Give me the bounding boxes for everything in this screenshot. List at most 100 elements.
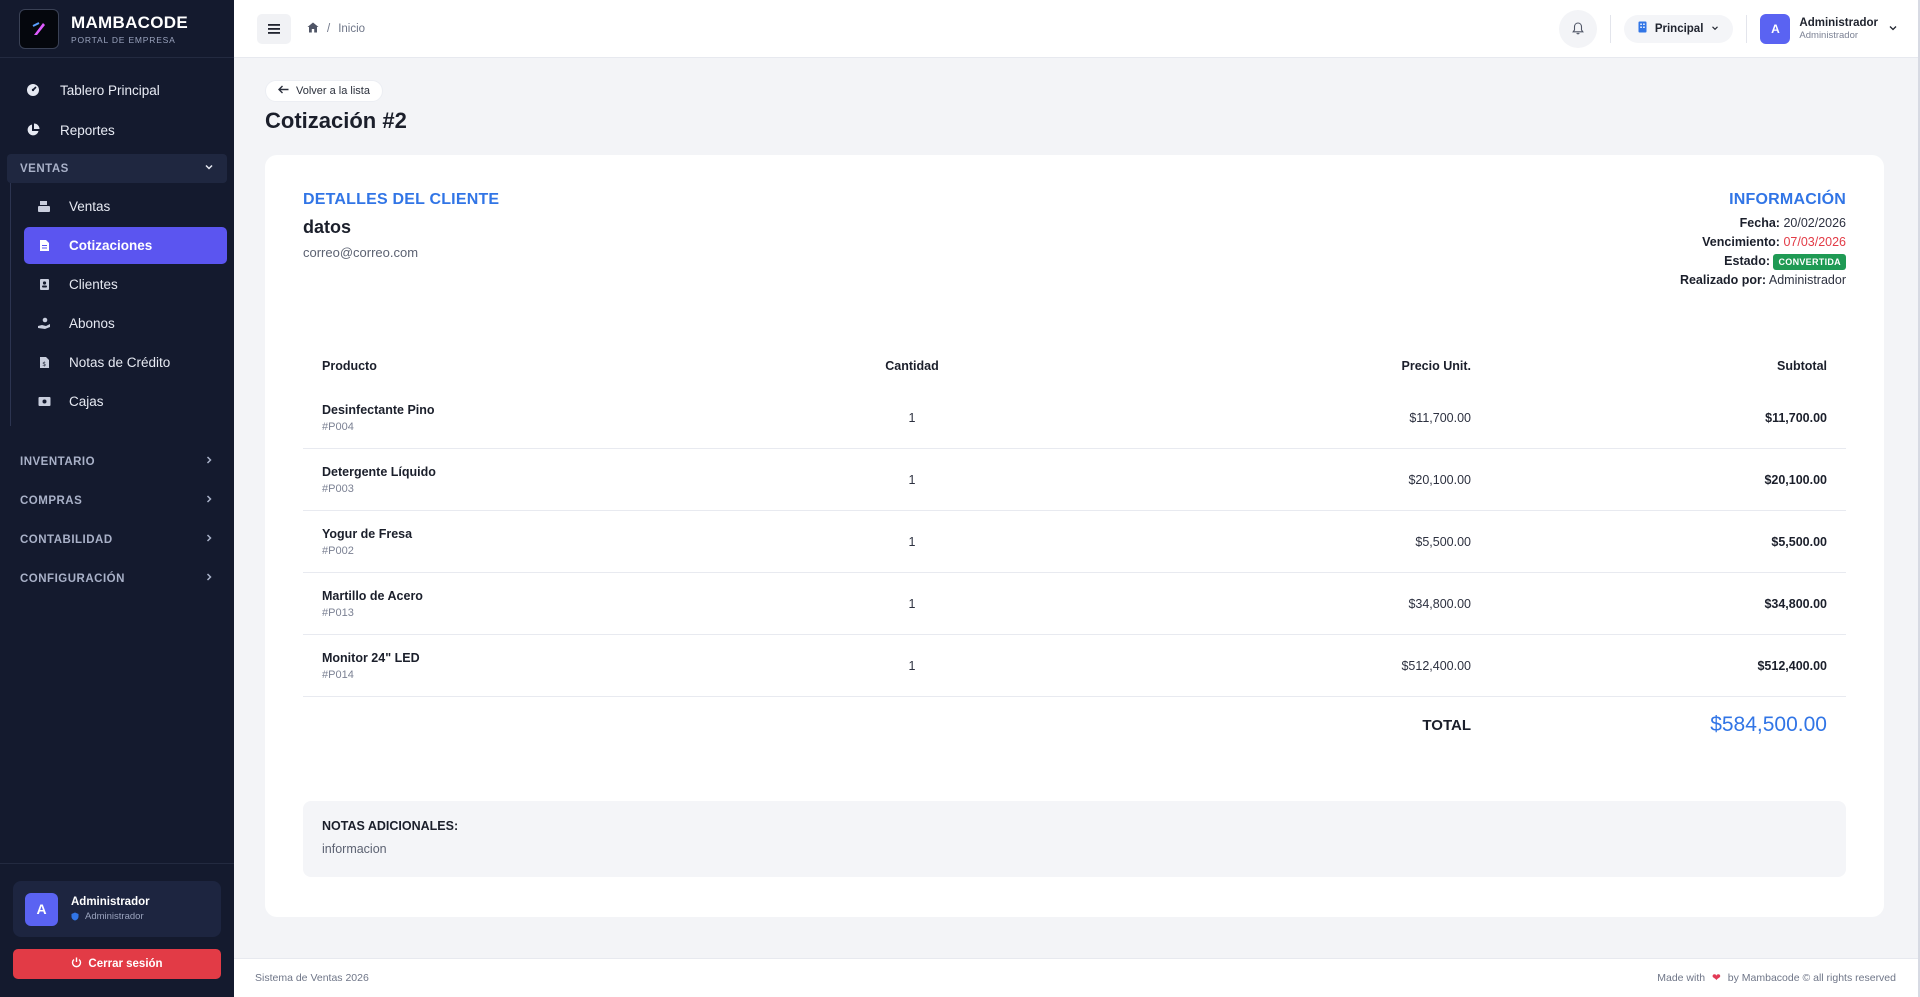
total-value: $584,500.00 bbox=[1710, 713, 1827, 736]
notifications-button[interactable] bbox=[1558, 9, 1597, 48]
pie-chart-icon bbox=[25, 122, 41, 138]
footer-made-with: Made with bbox=[1657, 972, 1706, 984]
section-inventario[interactable]: INVENTARIO bbox=[7, 442, 227, 481]
product-subtotal: $20,100.00 bbox=[1764, 472, 1827, 487]
product-code: #P014 bbox=[322, 668, 354, 681]
logout-label: Cerrar sesión bbox=[88, 958, 163, 970]
section-configuracion[interactable]: CONFIGURACIÓN bbox=[7, 559, 227, 598]
product-name: Monitor 24" LED bbox=[322, 650, 420, 665]
product-name: Desinfectante Pino bbox=[322, 402, 435, 417]
table-row: Monitor 24" LED #P014 1 $512,400.00 $512,… bbox=[303, 635, 1846, 697]
status-badge: CONVERTIDA bbox=[1773, 254, 1846, 270]
brand-logo[interactable] bbox=[19, 8, 59, 49]
nav-item-tablero[interactable]: Tablero Principal bbox=[0, 70, 234, 110]
notes-panel: NOTAS ADICIONALES: informacion bbox=[303, 801, 1846, 877]
product-price: $11,700.00 bbox=[1409, 410, 1471, 425]
notes-title: NOTAS ADICIONALES: bbox=[322, 819, 459, 833]
product-code: #P013 bbox=[322, 606, 354, 619]
sidebar: MAMBACODE PORTAL DE EMPRESA Tablero Prin… bbox=[0, 0, 234, 997]
sidebar-item-label: Cajas bbox=[69, 394, 104, 409]
logout-button[interactable]: Cerrar sesión bbox=[13, 949, 221, 979]
receipt-icon: $ bbox=[37, 356, 51, 370]
power-icon bbox=[71, 957, 82, 971]
product-name: Martillo de Acero bbox=[322, 588, 423, 603]
brand-name: MAMBACODE bbox=[71, 12, 188, 32]
user-name: Administrador bbox=[71, 896, 150, 908]
client-section-title: DETALLES DEL CLIENTE bbox=[303, 191, 500, 208]
home-icon[interactable] bbox=[307, 22, 319, 36]
sidebar-item-cotizaciones[interactable]: Cotizaciones bbox=[24, 227, 227, 264]
user-role: Administrador bbox=[1799, 29, 1859, 41]
section-compras[interactable]: COMPRAS bbox=[7, 481, 227, 520]
branch-selector[interactable]: Principal bbox=[1623, 14, 1734, 43]
sidebar-item-ventas[interactable]: Ventas bbox=[24, 188, 227, 225]
header-cantidad: Cantidad bbox=[885, 359, 939, 373]
breadcrumb-current[interactable]: Inicio bbox=[338, 23, 365, 35]
header-precio: Precio Unit. bbox=[1401, 359, 1471, 373]
page-title: Cotización #2 bbox=[265, 108, 407, 133]
breadcrumb-separator: / bbox=[327, 22, 331, 35]
product-qty: 1 bbox=[908, 534, 916, 549]
vencimiento-value: 07/03/2026 bbox=[1783, 235, 1846, 249]
sidebar-item-abonos[interactable]: Abonos bbox=[24, 305, 227, 342]
avatar: A bbox=[25, 892, 58, 926]
section-label: CONFIGURACIÓN bbox=[20, 572, 125, 585]
sidebar-item-clientes[interactable]: Clientes bbox=[24, 266, 227, 303]
product-price: $20,100.00 bbox=[1408, 472, 1471, 487]
nav-item-label: Reportes bbox=[60, 122, 115, 138]
section-ventas[interactable]: VENTAS bbox=[7, 154, 227, 183]
footer: Sistema de Ventas 2026 Made with ❤ by Ma… bbox=[234, 958, 1918, 997]
product-qty: 1 bbox=[908, 658, 916, 673]
nav-item-label: Tablero Principal bbox=[60, 82, 160, 98]
nav-item-reportes[interactable]: Reportes bbox=[0, 110, 234, 150]
section-contabilidad[interactable]: CONTABILIDAD bbox=[7, 520, 227, 559]
hamburger-icon bbox=[268, 23, 280, 34]
product-qty: 1 bbox=[908, 472, 916, 487]
sidebar-item-cajas[interactable]: Cajas bbox=[24, 383, 227, 420]
total-row: TOTAL $584,500.00 bbox=[303, 697, 1846, 753]
footer-right: Made with ❤ by Mambacode © all rights re… bbox=[1657, 972, 1896, 984]
products-table: Producto Cantidad Precio Unit. Subtotal … bbox=[303, 345, 1846, 753]
section-label: INVENTARIO bbox=[20, 455, 96, 468]
bell-icon bbox=[1571, 22, 1584, 35]
table-header: Producto Cantidad Precio Unit. Subtotal bbox=[303, 345, 1846, 387]
collapsed-sections: INVENTARIO COMPRAS CONTABILIDAD CONFIGUR… bbox=[0, 442, 234, 598]
hand-coin-icon bbox=[37, 317, 51, 331]
cash-register-icon bbox=[37, 200, 51, 214]
sidebar-user-card[interactable]: A Administrador Administrador bbox=[13, 881, 221, 937]
header-subtotal: Subtotal bbox=[1777, 359, 1827, 373]
chevron-down-icon bbox=[1711, 23, 1719, 35]
section-label: VENTAS bbox=[20, 162, 69, 175]
product-qty: 1 bbox=[908, 410, 916, 425]
brand: MAMBACODE PORTAL DE EMPRESA bbox=[0, 0, 234, 58]
product-qty: 1 bbox=[908, 596, 916, 611]
notes-text: informacion bbox=[322, 842, 387, 856]
sidebar-item-label: Cotizaciones bbox=[69, 238, 153, 253]
product-code: #P004 bbox=[322, 420, 354, 433]
divider bbox=[1746, 14, 1748, 43]
ventas-submenu: Ventas Cotizaciones Clientes Abonos $ No… bbox=[10, 183, 234, 426]
table-row: Yogur de Fresa #P002 1 $5,500.00 $5,500.0… bbox=[303, 511, 1846, 573]
arrow-left-icon bbox=[278, 85, 289, 97]
sidebar-item-notas-credito[interactable]: $ Notas de Crédito bbox=[24, 344, 227, 381]
product-code: #P002 bbox=[322, 544, 354, 557]
info-vencimiento: Vencimiento: 07/03/2026 bbox=[1680, 233, 1846, 252]
info-section-title: INFORMACIÓN bbox=[1729, 191, 1846, 208]
info-panel: INFORMACIÓN Fecha: 20/02/2026 Vencimient… bbox=[1680, 191, 1846, 290]
info-estado: Estado: CONVERTIDA bbox=[1680, 252, 1846, 271]
total-label: TOTAL bbox=[1422, 716, 1471, 734]
menu-toggle-button[interactable] bbox=[257, 13, 291, 44]
back-to-list-button[interactable]: Volver a la lista bbox=[265, 80, 383, 102]
chevron-right-icon bbox=[204, 494, 214, 507]
avatar: A bbox=[1760, 13, 1791, 44]
svg-text:$: $ bbox=[42, 361, 46, 368]
footer-credit: by Mambacode © all rights reserved bbox=[1727, 972, 1896, 984]
user-role: Administrador bbox=[71, 911, 150, 922]
info-fecha: Fecha: 20/02/2026 bbox=[1680, 214, 1846, 233]
back-label: Volver a la lista bbox=[296, 85, 370, 97]
user-role-label: Administrador bbox=[85, 911, 144, 922]
product-code: #P003 bbox=[322, 482, 354, 495]
table-row: Detergente Líquido #P003 1 $20,100.00 $20… bbox=[303, 449, 1846, 511]
user-menu[interactable]: A Administrador Administrador bbox=[1760, 13, 1898, 44]
product-price: $5,500.00 bbox=[1415, 534, 1471, 549]
